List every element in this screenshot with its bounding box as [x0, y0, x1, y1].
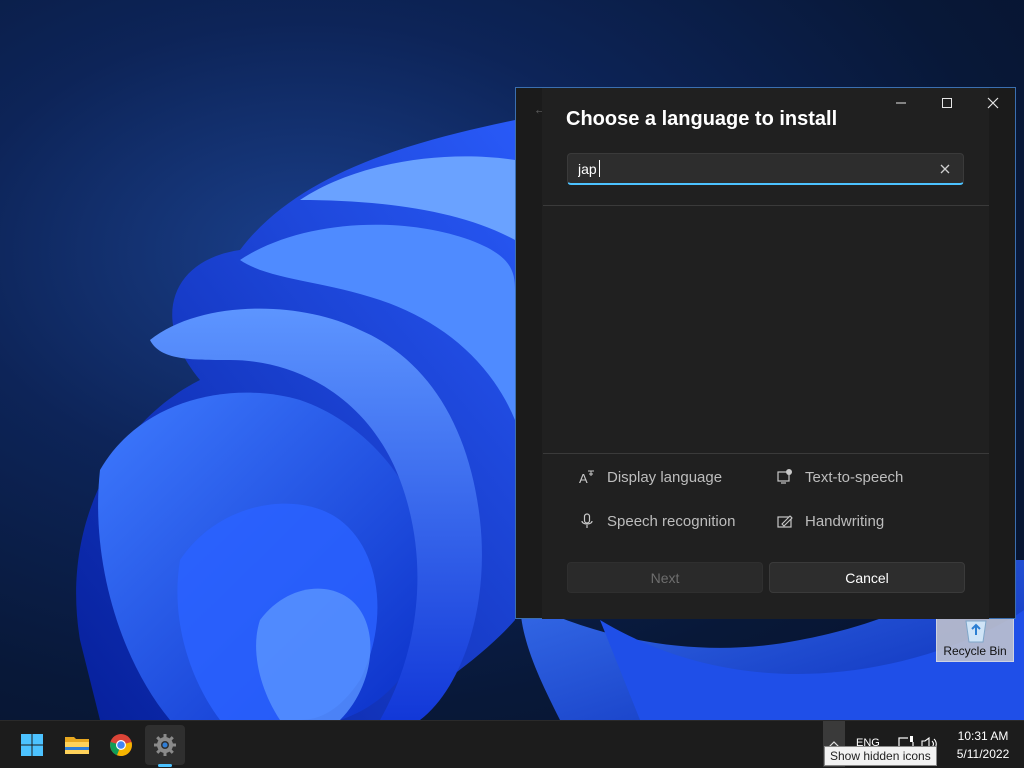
svg-text:A: A — [579, 471, 588, 486]
settings-taskbar-button[interactable] — [145, 725, 185, 765]
feature-text-to-speech: Text-to-speech — [775, 467, 903, 487]
feature-label: Speech recognition — [607, 512, 736, 530]
handwriting-icon — [775, 511, 795, 531]
display-language-icon: A — [577, 467, 597, 487]
recycle-bin-icon — [961, 617, 991, 646]
maximize-button[interactable] — [924, 88, 970, 118]
feature-display-language: A Display language — [577, 467, 722, 487]
feature-label: Display language — [607, 468, 723, 486]
settings-window-back — [515, 87, 543, 619]
text-caret — [599, 160, 600, 177]
language-results-list — [543, 206, 989, 452]
settings-window-frame-right — [989, 87, 1016, 619]
feature-speech-recognition: Speech recognition — [577, 511, 735, 531]
minimize-icon — [896, 102, 906, 104]
text-to-speech-icon — [775, 467, 795, 487]
folder-icon — [65, 737, 89, 754]
file-explorer-button[interactable] — [57, 725, 97, 765]
feature-handwriting: Handwriting — [775, 511, 884, 531]
language-search-input[interactable] — [578, 160, 918, 178]
next-button[interactable]: Next — [567, 562, 763, 593]
dialog-title: Choose a language to install — [566, 108, 838, 130]
clear-search-button[interactable] — [935, 159, 955, 179]
feature-label: Handwriting — [805, 512, 885, 530]
clear-icon — [940, 164, 950, 174]
close-button[interactable] — [970, 88, 1016, 118]
language-search-box[interactable] — [567, 153, 964, 185]
start-button[interactable] — [12, 725, 52, 765]
clock-time[interactable]: 10:31 AM — [953, 729, 1013, 743]
close-icon — [987, 97, 999, 109]
tooltip-show-hidden-icons: Show hidden icons — [824, 746, 937, 766]
microphone-icon — [577, 511, 597, 531]
maximize-icon — [942, 98, 952, 108]
feature-label: Text-to-speech — [805, 468, 904, 486]
chrome-icon — [110, 734, 132, 757]
minimize-button[interactable] — [878, 88, 924, 118]
chrome-button[interactable] — [101, 725, 141, 765]
gear-icon — [154, 734, 176, 756]
clock-date[interactable]: 5/11/2022 — [953, 747, 1013, 761]
cancel-button[interactable]: Cancel — [769, 562, 965, 593]
active-app-indicator — [158, 764, 172, 767]
recycle-bin-label: Recycle Bin — [943, 644, 1007, 658]
windows-logo-icon — [21, 734, 43, 756]
divider — [543, 453, 989, 454]
